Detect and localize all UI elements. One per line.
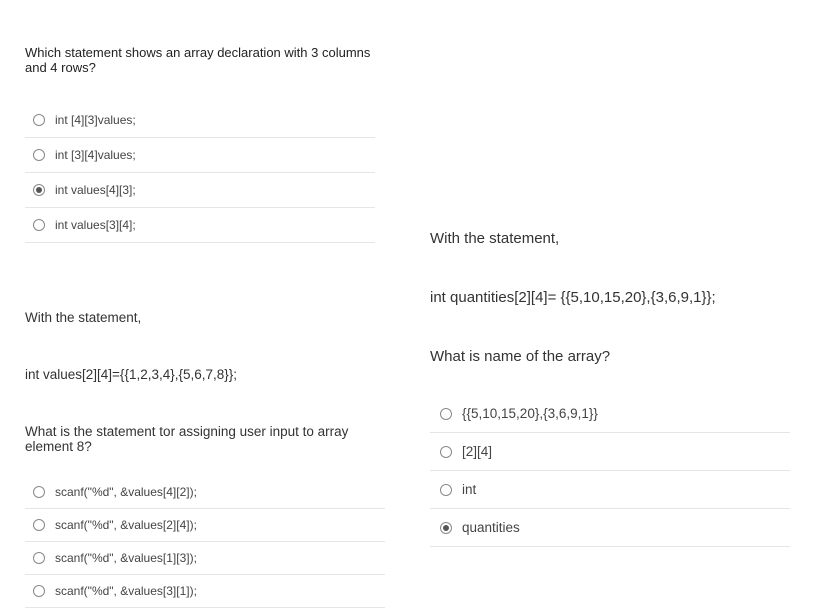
q3-option-3-label: quantities [462, 520, 520, 535]
q2-line3: What is the statement tor assigning user… [25, 424, 385, 454]
q2-option-1[interactable]: scanf("%d", &values[2][4]); [25, 509, 385, 542]
radio-icon [440, 446, 452, 458]
q3-option-0[interactable]: {{5,10,15,20},{3,6,9,1}} [430, 395, 790, 433]
radio-icon [440, 408, 452, 420]
radio-icon [33, 519, 45, 531]
q1-option-0[interactable]: int [4][3]values; [25, 103, 375, 138]
q2-line2: int values[2][4]={{1,2,3,4},{5,6,7,8}}; [25, 367, 385, 382]
question-2: With the statement, int values[2][4]={{1… [25, 310, 385, 608]
q2-option-3[interactable]: scanf("%d", &values[3][1]); [25, 575, 385, 608]
radio-icon [33, 149, 45, 161]
radio-icon [33, 219, 45, 231]
q3-option-1[interactable]: [2][4] [430, 433, 790, 471]
radio-icon-selected [440, 522, 452, 534]
q3-option-1-label: [2][4] [462, 444, 492, 459]
question-1: Which statement shows an array declarati… [25, 45, 375, 243]
q1-option-3[interactable]: int values[3][4]; [25, 208, 375, 243]
radio-icon [33, 585, 45, 597]
question-1-prompt: Which statement shows an array declarati… [25, 45, 375, 75]
q1-option-0-label: int [4][3]values; [55, 113, 136, 127]
q3-option-3[interactable]: quantities [430, 509, 790, 547]
question-3: With the statement, int quantities[2][4]… [430, 230, 790, 547]
radio-icon [33, 114, 45, 126]
q3-option-0-label: {{5,10,15,20},{3,6,9,1}} [462, 406, 598, 421]
radio-icon-selected [33, 184, 45, 196]
q3-option-2-label: int [462, 482, 476, 497]
q2-option-2[interactable]: scanf("%d", &values[1][3]); [25, 542, 385, 575]
radio-icon [33, 486, 45, 498]
q3-option-2[interactable]: int [430, 471, 790, 509]
radio-icon [440, 484, 452, 496]
q2-line1: With the statement, [25, 310, 385, 325]
q1-option-1-label: int [3][4]values; [55, 148, 136, 162]
q3-line2: int quantities[2][4]= {{5,10,15,20},{3,6… [430, 289, 790, 306]
q3-line1: With the statement, [430, 230, 790, 247]
q1-option-3-label: int values[3][4]; [55, 218, 136, 232]
q2-option-0[interactable]: scanf("%d", &values[4][2]); [25, 476, 385, 509]
q2-option-2-label: scanf("%d", &values[1][3]); [55, 551, 197, 565]
q2-option-1-label: scanf("%d", &values[2][4]); [55, 518, 197, 532]
q1-option-2[interactable]: int values[4][3]; [25, 173, 375, 208]
q1-option-2-label: int values[4][3]; [55, 183, 136, 197]
radio-icon [33, 552, 45, 564]
q3-line3: What is name of the array? [430, 348, 790, 365]
q2-option-0-label: scanf("%d", &values[4][2]); [55, 485, 197, 499]
q1-option-1[interactable]: int [3][4]values; [25, 138, 375, 173]
q2-option-3-label: scanf("%d", &values[3][1]); [55, 584, 197, 598]
